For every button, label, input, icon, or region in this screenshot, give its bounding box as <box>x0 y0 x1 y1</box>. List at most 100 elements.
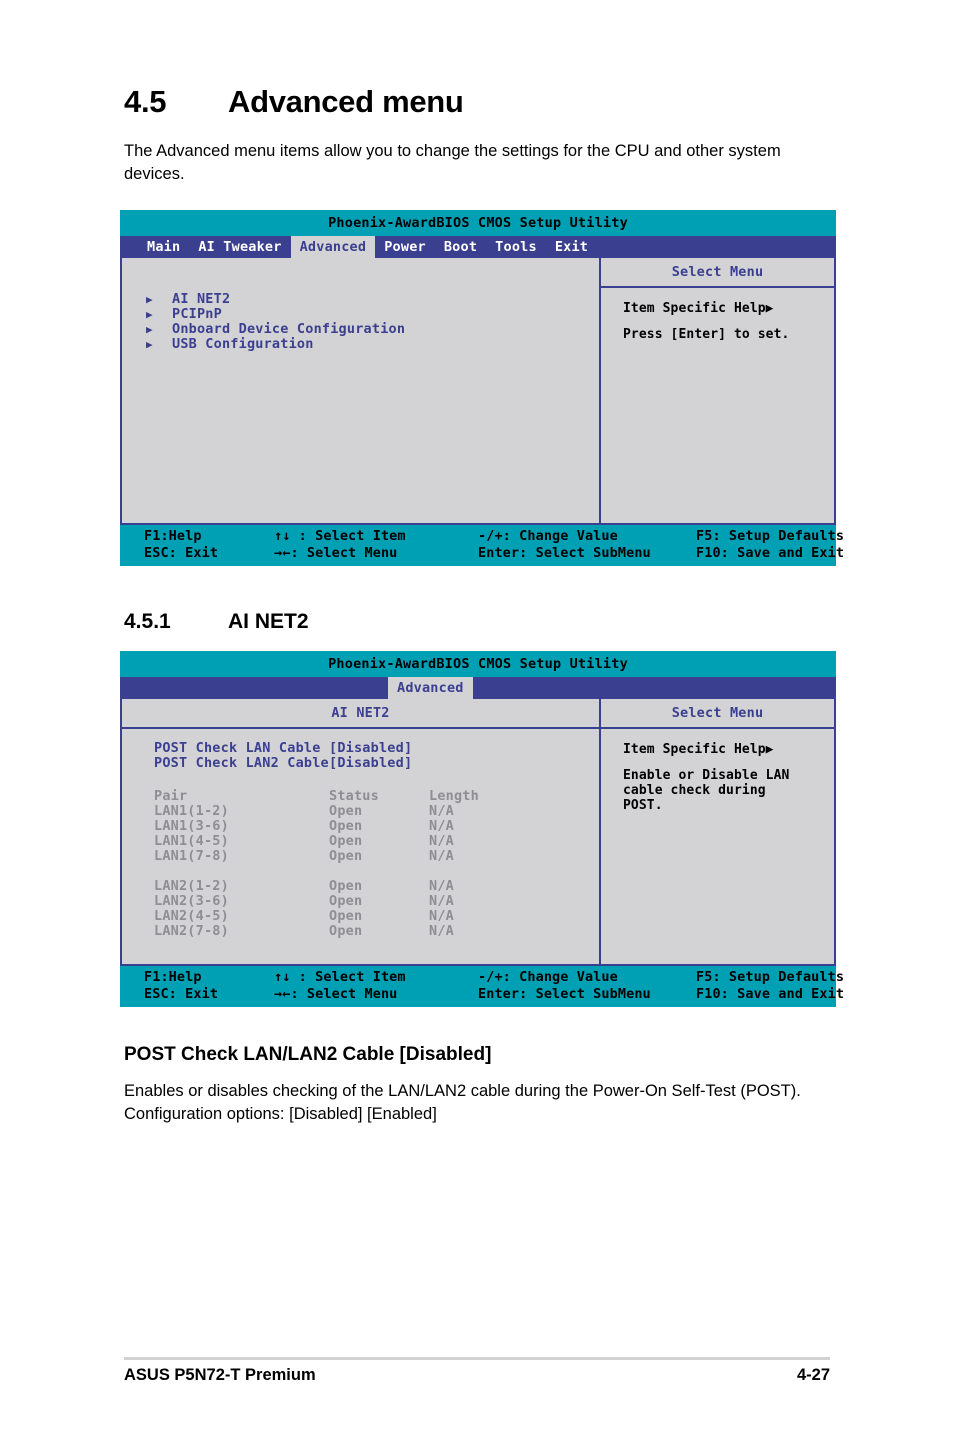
option-post-check-lan-cable[interactable]: POST Check LAN Cable [Disabled] <box>154 741 599 756</box>
bios-right-panel-1: Select Menu Item Specific Help▶ Press [E… <box>599 258 834 523</box>
table-row-spacer <box>154 864 599 879</box>
bios-menu-bar: Advanced <box>120 677 836 699</box>
column-header-length: Length <box>429 788 479 804</box>
option-label: POST Check LAN2 Cable <box>154 755 329 771</box>
footer-product-name: ASUS P5N72-T Premium <box>124 1366 316 1384</box>
key-enter-select-submenu: Enter: Select SubMenu <box>478 545 651 561</box>
item-specific-help-block-2: Item Specific Help▶ Enable or Disable LA… <box>601 729 834 813</box>
column-header-pair: Pair <box>154 788 188 804</box>
bios-body-1: ▶ AI NET2 ▶ PCIPnP ▶ Onboard Device Conf… <box>120 258 836 523</box>
submenu-item-label: PCIPnP <box>172 306 222 322</box>
tab-boot[interactable]: Boot <box>435 236 486 258</box>
key-f10-save-and-exit: F10: Save and Exit <box>696 986 845 1002</box>
table-row: LAN1(3-6) Open N/A <box>154 819 599 834</box>
cell-length: N/A <box>429 893 454 909</box>
submenu-item-label: USB Configuration <box>172 336 314 352</box>
column-header-status: Status <box>329 788 379 804</box>
table-row: LAN1(1-2) Open N/A <box>154 804 599 819</box>
bios-body-2: AI NET2 POST Check LAN Cable [Disabled] … <box>120 699 836 964</box>
key-f10-save-and-exit: F10: Save and Exit <box>696 545 845 561</box>
section-number: 4.5 <box>124 84 167 119</box>
option-label: POST Check LAN Cable <box>154 740 321 756</box>
post-check-options: POST Check LAN Cable [Disabled] POST Che… <box>122 729 599 771</box>
bios-screenshot-advanced-menu: Phoenix-AwardBIOS CMOS Setup Utility Mai… <box>120 210 845 566</box>
bios-right-panel-2: Select Menu Item Specific Help▶ Enable o… <box>599 699 834 964</box>
table-row: LAN1(7-8) Open N/A <box>154 849 599 864</box>
key-select-item: ↑↓ : Select Item <box>274 528 406 544</box>
submenu-item-onboard-device-configuration[interactable]: ▶ Onboard Device Configuration <box>146 322 599 337</box>
tab-advanced[interactable]: Advanced <box>388 677 473 699</box>
cell-length: N/A <box>429 803 454 819</box>
tab-tools[interactable]: Tools <box>486 236 546 258</box>
key-select-menu: →←: Select Menu <box>274 986 398 1002</box>
triangle-right-icon: ▶ <box>146 293 153 306</box>
cell-status: Open <box>329 848 363 864</box>
bios-screenshot-ai-net2: Phoenix-AwardBIOS CMOS Setup Utility Adv… <box>120 651 845 1007</box>
option-post-check-lan2-cable[interactable]: POST Check LAN2 Cable [Disabled] <box>154 756 599 771</box>
document-page: 4.5 Advanced menu The Advanced menu item… <box>0 0 954 1438</box>
option-value[interactable]: [Disabled] <box>329 741 469 756</box>
key-change-value: -/+: Change Value <box>478 528 618 544</box>
table-row: LAN1(4-5) Open N/A <box>154 834 599 849</box>
key-change-value: -/+: Change Value <box>478 969 618 985</box>
item-specific-help-block-1: Item Specific Help▶ Press [Enter] to set… <box>601 288 834 342</box>
option-value[interactable]: [Disabled] <box>329 756 469 771</box>
panel-title-ai-net2: AI NET2 <box>122 699 599 729</box>
triangle-right-icon: ▶ <box>146 338 153 351</box>
triangle-right-icon: ▶ <box>146 308 153 321</box>
tab-main[interactable]: Main <box>138 236 189 258</box>
table-row: LAN2(3-6) Open N/A <box>154 894 599 909</box>
cell-status: Open <box>329 818 363 834</box>
bios-footer-row-1: F1:Help ↑↓ : Select Item -/+: Change Val… <box>120 528 845 545</box>
table-row: LAN2(1-2) Open N/A <box>154 879 599 894</box>
select-menu-header: Select Menu <box>601 699 834 729</box>
bios-footer-2: F1:Help ↑↓ : Select Item -/+: Change Val… <box>120 964 845 1007</box>
bios-left-panel-1: ▶ AI NET2 ▶ PCIPnP ▶ Onboard Device Conf… <box>122 258 599 523</box>
triangle-right-icon: ▶ <box>146 323 153 336</box>
table-row: LAN2(4-5) Open N/A <box>154 909 599 924</box>
cell-pair: LAN1(1-2) <box>154 803 229 819</box>
submenu-item-usb-configuration[interactable]: ▶ USB Configuration <box>146 337 599 352</box>
submenu-item-label: AI NET2 <box>172 291 231 307</box>
select-menu-header: Select Menu <box>601 258 834 288</box>
cell-status: Open <box>329 923 363 939</box>
cell-pair: LAN2(1-2) <box>154 878 229 894</box>
item-specific-help-title: Item Specific Help▶ <box>623 742 774 757</box>
submenu-item-ai-net2[interactable]: ▶ AI NET2 <box>146 292 599 307</box>
key-select-menu: →←: Select Menu <box>274 545 398 561</box>
cell-status: Open <box>329 833 363 849</box>
key-f5-setup-defaults: F5: Setup Defaults <box>696 528 845 544</box>
tab-ai-tweaker[interactable]: AI Tweaker <box>189 236 290 258</box>
intro-paragraph: The Advanced menu items allow you to cha… <box>124 142 781 183</box>
cell-status: Open <box>329 893 363 909</box>
tab-power[interactable]: Power <box>375 236 435 258</box>
table-header-row: Pair Status Length <box>154 789 599 804</box>
bios-left-panel-2: AI NET2 POST Check LAN Cable [Disabled] … <box>122 699 599 964</box>
section-heading-4-5: 4.5 Advanced menu <box>124 84 464 120</box>
cell-length: N/A <box>429 923 454 939</box>
item-specific-help-text: Press [Enter] to set. <box>623 327 790 342</box>
bios-footer-row-2: ESC: Exit →←: Select Menu Enter: Select … <box>120 545 845 562</box>
section-heading-4-5-1: 4.5.1 AI NET2 <box>124 610 309 634</box>
key-f1-help: F1:Help <box>144 528 202 544</box>
item-specific-help-text: Enable or Disable LAN cable check during… <box>623 768 790 813</box>
cell-pair: LAN1(7-8) <box>154 848 229 864</box>
bios-footer-1: F1:Help ↑↓ : Select Item -/+: Change Val… <box>120 523 845 566</box>
cell-status: Open <box>329 878 363 894</box>
tab-advanced[interactable]: Advanced <box>290 236 376 258</box>
tab-exit[interactable]: Exit <box>546 236 597 258</box>
post-check-heading: POST Check LAN/LAN2 Cable [Disabled] <box>124 1044 492 1065</box>
menu-bar-spacer <box>120 677 388 699</box>
table-row: LAN2(7-8) Open N/A <box>154 924 599 939</box>
cell-status: Open <box>329 803 363 819</box>
submenu-item-pcipnp[interactable]: ▶ PCIPnP <box>146 307 599 322</box>
section-title: Advanced menu <box>228 84 464 119</box>
cell-length: N/A <box>429 878 454 894</box>
bios-footer-row-1: F1:Help ↑↓ : Select Item -/+: Change Val… <box>120 969 844 986</box>
bios-title-bar: Phoenix-AwardBIOS CMOS Setup Utility <box>120 210 836 236</box>
key-f1-help: F1:Help <box>144 969 202 985</box>
key-select-item: ↑↓ : Select Item <box>274 969 406 985</box>
cell-pair: LAN2(4-5) <box>154 908 229 924</box>
footer-divider <box>124 1357 830 1360</box>
cell-length: N/A <box>429 833 454 849</box>
